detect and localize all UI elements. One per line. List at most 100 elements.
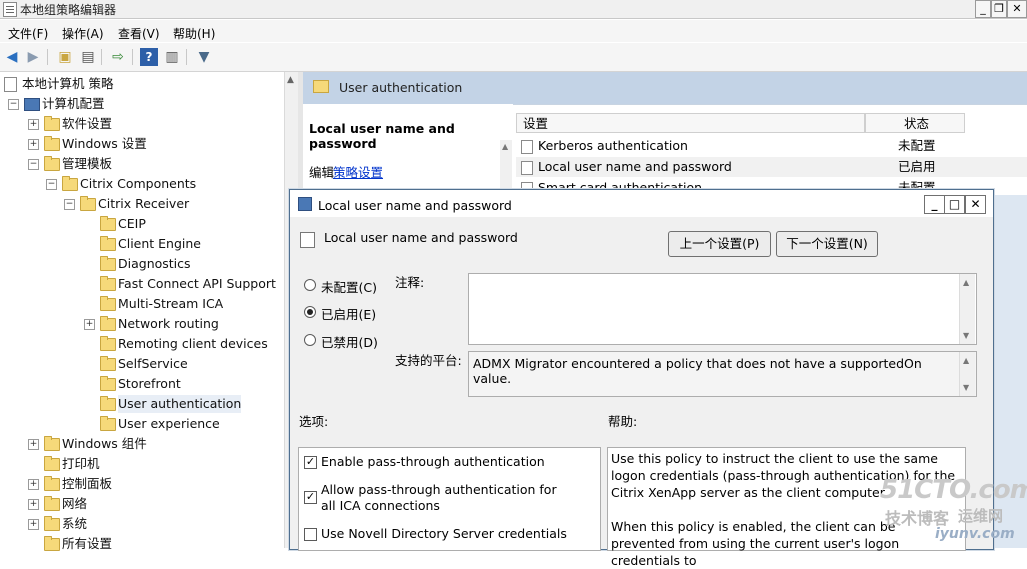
- option-label-passthrough: Enable pass-through authentication: [321, 454, 545, 469]
- dialog-title-bar: Local user name and password _ □ ✕: [290, 190, 993, 217]
- expand-icon[interactable]: +: [28, 139, 39, 150]
- radio-not-configured[interactable]: [304, 279, 316, 291]
- dialog-maximize-icon[interactable]: □: [944, 195, 965, 214]
- tree-item[interactable]: Remoting client devices: [0, 335, 284, 353]
- menu-action[interactable]: 操作(A): [62, 25, 104, 42]
- edit-prefix: 编辑: [309, 165, 335, 180]
- column-header-setting[interactable]: 设置: [516, 113, 865, 133]
- details-header-title: User authentication: [339, 80, 463, 95]
- folder-icon: [100, 216, 116, 231]
- properties-icon[interactable]: ▥: [163, 48, 181, 66]
- platform-label: 支持的平台:: [395, 353, 462, 368]
- show-hide-tree-icon[interactable]: ▤: [79, 48, 97, 66]
- collapse-icon[interactable]: −: [64, 199, 75, 210]
- tree-item-label: Multi-Stream ICA: [118, 296, 224, 311]
- tree-item-label: User experience: [118, 416, 220, 431]
- tree-item-label: 打印机: [62, 456, 100, 471]
- comment-textarea[interactable]: ▲ ▼: [468, 273, 977, 345]
- menu-help[interactable]: 帮助(H): [173, 25, 215, 42]
- tree-item[interactable]: + 网络: [0, 495, 284, 513]
- tree-item-label: Diagnostics: [118, 256, 191, 271]
- menu-view[interactable]: 查看(V): [118, 25, 160, 42]
- table-row[interactable]: Kerberos authentication 未配置: [516, 136, 1027, 156]
- scroll-up-icon[interactable]: ▲: [963, 356, 969, 365]
- scroll-down-icon[interactable]: ▼: [963, 383, 969, 392]
- radio-disabled[interactable]: [304, 334, 316, 346]
- tree-item[interactable]: 本地计算机 策略: [0, 75, 284, 93]
- restore-icon[interactable]: ❐: [991, 0, 1007, 18]
- export-list-icon[interactable]: ⇨: [109, 48, 127, 66]
- policy-icon: [298, 197, 312, 211]
- back-arrow-icon[interactable]: ◀: [3, 48, 21, 66]
- expand-icon[interactable]: +: [28, 439, 39, 450]
- tree-item[interactable]: SelfService: [0, 355, 284, 373]
- list-scrollbar[interactable]: ▲: [500, 140, 512, 190]
- expand-icon[interactable]: +: [28, 119, 39, 130]
- tree-item-label: 软件设置: [62, 116, 113, 131]
- expand-icon[interactable]: +: [28, 519, 39, 530]
- tree-item[interactable]: Diagnostics: [0, 255, 284, 273]
- tree-item[interactable]: 打印机: [0, 455, 284, 473]
- tree-item[interactable]: − 管理模板: [0, 155, 284, 173]
- forward-arrow-icon[interactable]: ▶: [24, 48, 42, 66]
- tree-item-label: Client Engine: [118, 236, 202, 251]
- extended-title: Local user name and password: [309, 121, 455, 151]
- tree-item[interactable]: + Windows 组件: [0, 435, 284, 453]
- menu-bar: 文件(F) 操作(A) 查看(V) 帮助(H): [0, 20, 1027, 42]
- minimize-icon[interactable]: _: [975, 0, 991, 18]
- window-title-bar: 本地组策略编辑器 _ ❐ ✕: [0, 0, 1027, 19]
- tree-item[interactable]: Fast Connect API Support: [0, 275, 284, 293]
- table-row[interactable]: Local user name and password 已启用: [516, 157, 1027, 177]
- menu-file[interactable]: 文件(F): [8, 25, 48, 42]
- option-checkbox-all-ica[interactable]: ✓: [304, 491, 317, 504]
- expand-icon[interactable]: +: [28, 479, 39, 490]
- tree-item[interactable]: User experience: [0, 415, 284, 433]
- collapse-icon[interactable]: −: [28, 159, 39, 170]
- folder-icon: [100, 376, 116, 391]
- dialog-minimize-icon[interactable]: _: [924, 195, 945, 214]
- option-checkbox-passthrough[interactable]: ✓: [304, 456, 317, 469]
- edit-policy-link[interactable]: 策略设置: [333, 162, 383, 181]
- tree-item[interactable]: + 控制面板: [0, 475, 284, 493]
- next-setting-button[interactable]: 下一个设置(N): [776, 231, 878, 257]
- scroll-up-icon[interactable]: ▲: [287, 75, 294, 85]
- tree-item[interactable]: + 系统: [0, 515, 284, 533]
- folder-icon: [313, 80, 329, 93]
- option-checkbox-novell[interactable]: [304, 528, 317, 541]
- comment-scrollbar[interactable]: ▲ ▼: [959, 274, 975, 344]
- close-icon[interactable]: ✕: [1007, 0, 1027, 18]
- tree-item-label: Citrix Components: [80, 176, 197, 191]
- toolbar-separator: [186, 49, 187, 65]
- previous-setting-button[interactable]: 上一个设置(P): [668, 231, 771, 257]
- tree-item[interactable]: − 计算机配置: [0, 95, 284, 113]
- platform-scrollbar[interactable]: ▲ ▼: [959, 352, 975, 396]
- tree-item[interactable]: 所有设置: [0, 535, 284, 553]
- expand-icon[interactable]: +: [84, 319, 95, 330]
- tree-item[interactable]: + Windows 设置: [0, 135, 284, 153]
- tree-item[interactable]: Client Engine: [0, 235, 284, 253]
- tree-item[interactable]: Multi-Stream ICA: [0, 295, 284, 313]
- watermark-text: 运维网: [958, 507, 1004, 525]
- tree-item[interactable]: + Network routing: [0, 315, 284, 333]
- tree-item[interactable]: + 软件设置: [0, 115, 284, 133]
- tree-item[interactable]: User authentication: [0, 395, 284, 413]
- tree-item[interactable]: − Citrix Receiver: [0, 195, 284, 213]
- tree-item[interactable]: CEIP: [0, 215, 284, 233]
- dialog-close-icon[interactable]: ✕: [965, 195, 986, 214]
- scroll-down-icon[interactable]: ▼: [963, 331, 969, 340]
- tree-item[interactable]: − Citrix Components: [0, 175, 284, 193]
- scroll-up-icon[interactable]: ▲: [502, 142, 508, 151]
- collapse-icon[interactable]: −: [8, 99, 19, 110]
- column-header-state[interactable]: 状态: [865, 113, 965, 133]
- collapse-icon[interactable]: −: [46, 179, 57, 190]
- expand-icon[interactable]: +: [28, 499, 39, 510]
- up-folder-icon[interactable]: ▣: [56, 48, 74, 66]
- tree-item-label: Windows 设置: [62, 136, 147, 151]
- radio-enabled[interactable]: [304, 306, 316, 318]
- setting-state: 已启用: [898, 159, 936, 174]
- option-label-novell: Use Novell Directory Server credentials: [321, 526, 567, 541]
- help-icon[interactable]: ?: [140, 48, 158, 66]
- scroll-up-icon[interactable]: ▲: [963, 278, 969, 287]
- filter-icon[interactable]: ▼: [195, 48, 213, 66]
- tree-item[interactable]: Storefront: [0, 375, 284, 393]
